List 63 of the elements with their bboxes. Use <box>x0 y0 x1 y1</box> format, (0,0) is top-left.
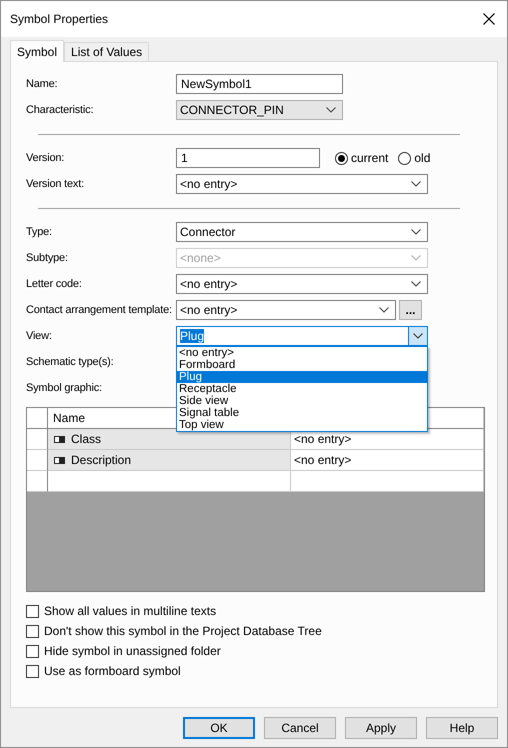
chevron-icon[interactable] <box>326 107 336 113</box>
browse-button[interactable]: ... <box>399 300 422 320</box>
field-label: Version text: <box>26 178 85 190</box>
combo-value: <none> <box>180 251 221 265</box>
checkbox-label: Hide symbol in unassigned folder <box>44 644 221 658</box>
chevron-icon[interactable] <box>411 281 421 287</box>
cell-text: Class <box>71 432 102 446</box>
field-label: View: <box>26 330 53 342</box>
dialog-button[interactable]: OK <box>183 717 255 739</box>
field-label: Contact arrangement template: <box>26 304 173 316</box>
field-label: Name: <box>26 78 58 90</box>
combo-box[interactable]: <no entry> <box>176 274 428 294</box>
checkbox-label: Show all values in multiline texts <box>44 604 216 618</box>
text-field[interactable]: NewSymbol1 <box>176 74 343 94</box>
combo-box[interactable]: Connector <box>176 222 428 242</box>
field-label: Symbol graphic: <box>26 382 103 394</box>
tab[interactable]: List of Values <box>64 42 150 61</box>
tab[interactable]: Symbol <box>10 40 64 62</box>
combo-value: Plug <box>180 329 204 343</box>
combo-value: <no entry> <box>180 303 238 317</box>
checkbox-label: Don't show this symbol in the Project Database Tree <box>44 624 322 638</box>
checkbox[interactable] <box>26 664 39 678</box>
dialog-button[interactable]: Help <box>426 717 498 739</box>
field-label: Subtype: <box>26 252 69 264</box>
checkbox[interactable] <box>26 604 39 618</box>
window-title: Symbol Properties <box>10 12 108 26</box>
chevron-icon[interactable] <box>413 333 423 339</box>
dropdown-option[interactable]: Receptacle <box>177 383 427 395</box>
radio-button[interactable] <box>398 152 412 164</box>
radio-button[interactable] <box>335 152 348 164</box>
dropdown-option[interactable]: Formboard <box>177 359 427 371</box>
text-field[interactable]: 1 <box>176 148 320 168</box>
chevron-icon[interactable] <box>411 229 421 235</box>
radio-label: current <box>351 151 388 165</box>
checkbox-label: Use as formboard symbol <box>44 664 181 678</box>
connector-icon <box>54 436 65 442</box>
radio-label: old <box>414 151 430 165</box>
close-icon[interactable] <box>483 13 495 25</box>
dropdown-option[interactable]: <no entry> <box>177 347 427 359</box>
dialog-button[interactable]: Cancel <box>264 717 336 739</box>
combo-box[interactable]: <no entry> <box>176 174 428 194</box>
combo-value: <no entry> <box>180 177 238 191</box>
chevron-icon[interactable] <box>411 181 421 187</box>
cell-text: Description <box>71 453 132 467</box>
combo-value: <no entry> <box>180 277 238 291</box>
field-label: Type: <box>26 226 53 238</box>
dropdown-option[interactable]: Side view <box>177 395 427 407</box>
combo-value: Connector <box>180 225 236 239</box>
checkbox[interactable] <box>26 624 39 638</box>
field-label: Letter code: <box>26 278 83 290</box>
combo-box[interactable]: <no entry> <box>176 300 396 320</box>
table-cell: <no entry> <box>291 429 484 450</box>
checkbox[interactable] <box>26 644 39 658</box>
connector-icon <box>54 456 65 464</box>
dropdown-option[interactable]: Plug <box>177 371 427 383</box>
field-label: Characteristic: <box>26 104 94 116</box>
dialog-button[interactable]: Apply <box>345 717 417 739</box>
chevron-icon[interactable] <box>379 307 389 313</box>
field-label: Version: <box>26 152 66 164</box>
field-label: Schematic type(s): <box>26 356 114 368</box>
dropdown-value: CONNECTOR_PIN <box>180 103 284 117</box>
table-cell: <no entry> <box>291 450 484 471</box>
dropdown[interactable]: CONNECTOR_PIN <box>176 100 343 120</box>
